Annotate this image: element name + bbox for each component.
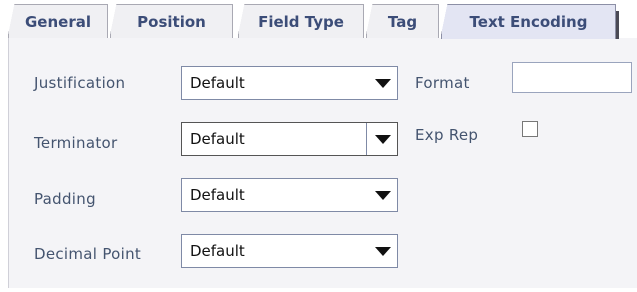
- chevron-down-icon: [375, 79, 391, 88]
- tab-position[interactable]: Position: [110, 4, 233, 38]
- terminator-label: Terminator: [34, 134, 118, 152]
- tab-bar: General Position Field Type Tag Text Enc…: [0, 0, 637, 39]
- text-encoding-dialog: General Position Field Type Tag Text Enc…: [0, 0, 637, 292]
- padding-value: Default: [190, 186, 245, 204]
- justification-select[interactable]: Default: [181, 66, 398, 100]
- tab-label: Text Encoding: [469, 13, 588, 31]
- chevron-down-icon: [375, 191, 391, 200]
- exp-rep-checkbox[interactable]: [522, 121, 538, 137]
- tab-field-type[interactable]: Field Type: [238, 4, 364, 38]
- justification-label: Justification: [34, 74, 126, 92]
- tab-label: General: [25, 12, 91, 31]
- tab-text-encoding[interactable]: Text Encoding: [441, 4, 619, 39]
- tab-label: Field Type: [258, 12, 344, 31]
- combobox-divider: [366, 123, 367, 155]
- terminator-value: Default: [190, 130, 245, 148]
- format-label: Format: [415, 74, 470, 92]
- tab-label: Position: [137, 12, 206, 31]
- tab-label: Tag: [387, 12, 418, 31]
- format-input[interactable]: [512, 62, 632, 93]
- decimal-point-select[interactable]: Default: [181, 234, 398, 268]
- chevron-down-icon: [375, 247, 391, 256]
- chevron-down-icon[interactable]: [375, 135, 391, 144]
- padding-select[interactable]: Default: [181, 178, 398, 212]
- tab-tag[interactable]: Tag: [366, 4, 439, 38]
- padding-label: Padding: [34, 190, 96, 208]
- decimal-point-value: Default: [190, 242, 245, 260]
- terminator-combobox[interactable]: Default: [181, 122, 398, 156]
- tab-general[interactable]: General: [8, 4, 108, 38]
- justification-value: Default: [190, 74, 245, 92]
- decimal-point-label: Decimal Point: [34, 245, 142, 263]
- exp-rep-label: Exp Rep: [415, 126, 479, 144]
